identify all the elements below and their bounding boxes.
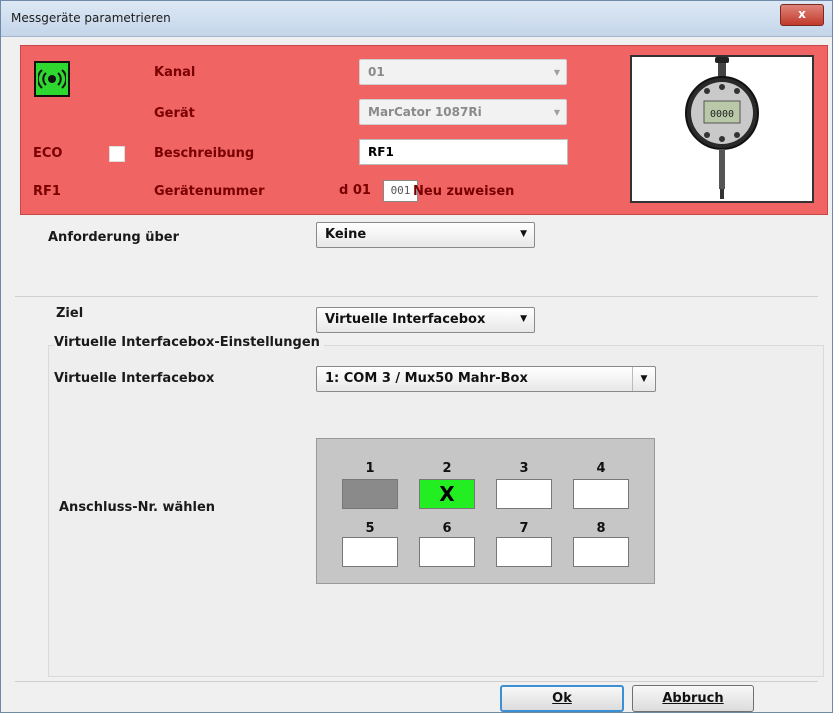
port-selector: 1 2 3 4 X 5 6 7 8 <box>316 438 655 584</box>
port-number: 1 <box>365 461 375 476</box>
anforderung-value: Keine <box>325 227 367 242</box>
anforderung-dropdown[interactable]: Keine ▼ <box>316 222 535 248</box>
divider <box>15 296 818 297</box>
divider <box>15 681 818 682</box>
ziel-label: Ziel <box>56 306 84 321</box>
port-number: 6 <box>442 521 452 536</box>
geraet-dropdown: MarCator 1087Ri ▼ <box>359 99 567 125</box>
interfacebox-value: 1: COM 3 / Mux50 Mahr-Box <box>325 371 528 386</box>
cancel-button[interactable]: Abbruch <box>632 685 754 712</box>
chevron-down-icon: ▼ <box>553 68 560 77</box>
ziel-value: Virtuelle Interfacebox <box>325 312 486 327</box>
beschreibung-label: Beschreibung <box>154 146 255 161</box>
eco-label: ECO <box>33 146 63 161</box>
anschluss-label: Anschluss-Nr. wählen <box>59 500 216 515</box>
geraet-label: Gerät <box>154 106 195 121</box>
close-button[interactable]: x <box>780 4 824 26</box>
kanal-dropdown: 01 ▼ <box>359 59 567 85</box>
chevron-down-icon: ▼ <box>520 314 527 324</box>
interfacebox-label: Virtuelle Interfacebox <box>54 371 215 386</box>
cancel-label: Abbruch <box>662 691 724 706</box>
eco-checkbox[interactable] <box>109 146 125 162</box>
port-number: 7 <box>519 521 529 536</box>
device-image: 0000 <box>630 55 814 203</box>
port-6-button[interactable] <box>419 537 475 567</box>
ok-button[interactable]: Ok <box>500 685 624 712</box>
window-title: Messgeräte parametrieren <box>11 11 171 25</box>
port-2-button[interactable]: X <box>419 479 475 509</box>
ziel-dropdown[interactable]: Virtuelle Interfacebox ▼ <box>316 307 535 333</box>
port-number: 5 <box>365 521 375 536</box>
signal-icon[interactable] <box>34 61 70 97</box>
interfacebox-dropdown[interactable]: 1: COM 3 / Mux50 Mahr-Box ▼ <box>316 366 656 392</box>
port-3-button[interactable] <box>496 479 552 509</box>
anforderung-label: Anforderung über <box>48 230 179 245</box>
port-number: 2 <box>442 461 452 476</box>
title-bar[interactable]: Messgeräte parametrieren x <box>1 1 832 37</box>
chevron-down-icon: ▼ <box>520 229 527 239</box>
group-title: Virtuelle Interfacebox-Einstellungen <box>54 335 324 350</box>
port-number: 8 <box>596 521 606 536</box>
gauge-display: 0000 <box>710 109 734 120</box>
port-4-button[interactable] <box>573 479 629 509</box>
port-7-button[interactable] <box>496 537 552 567</box>
dialog-window: Messgeräte parametrieren x Kanal 01 ▼ Ge… <box>0 0 833 713</box>
geraetenummer-label: Gerätenummer <box>154 184 265 199</box>
ok-label: Ok <box>552 691 572 706</box>
device-panel: Kanal 01 ▼ Gerät MarCator 1087Ri ▼ ECO B… <box>20 45 828 215</box>
port-5-button[interactable] <box>342 537 398 567</box>
port-number: 3 <box>519 461 529 476</box>
dial-gauge-icon: 0000 <box>685 57 759 199</box>
rf-label: RF1 <box>33 184 61 199</box>
neu-zuweisen-button[interactable]: Neu zuweisen <box>413 184 514 199</box>
geraetenummer-prefix: d 01 <box>339 183 371 198</box>
chevron-down-icon: ▼ <box>632 367 655 391</box>
kanal-value: 01 <box>368 65 385 79</box>
beschreibung-field[interactable]: RF1 <box>359 139 568 165</box>
geraet-value: MarCator 1087Ri <box>368 105 482 119</box>
port-8-button[interactable] <box>573 537 629 567</box>
kanal-label: Kanal <box>154 65 196 80</box>
chevron-down-icon: ▼ <box>553 108 560 117</box>
wireless-signal-icon <box>38 69 66 89</box>
port-1-button[interactable] <box>342 479 398 509</box>
port-number: 4 <box>596 461 606 476</box>
